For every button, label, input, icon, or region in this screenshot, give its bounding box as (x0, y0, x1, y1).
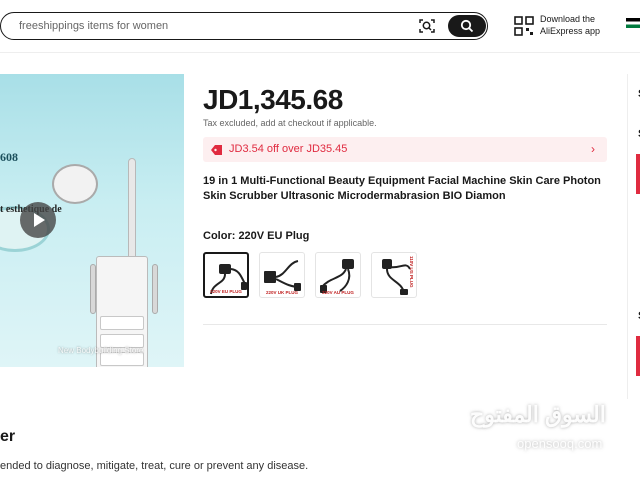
right-panel-accent (636, 154, 640, 194)
color-swatch-uk-plug[interactable]: 220V UK PLUG (259, 252, 305, 298)
coupon-text: JD3.54 off over JD35.45 (229, 143, 348, 155)
product-title: 19 in 1 Multi-Functional Beauty Equipmen… (203, 175, 601, 202)
watermark-english: opensooq.com (517, 436, 603, 451)
qr-code-icon[interactable] (514, 16, 534, 36)
right-panel-accent[interactable] (636, 336, 640, 376)
watermark-arabic: السوق المفتوح (470, 402, 606, 427)
play-icon[interactable] (20, 202, 56, 238)
search-bar[interactable] (0, 12, 488, 40)
machine-side-arm (152, 264, 158, 314)
machine-lamp-image (52, 164, 98, 204)
product-gallery[interactable]: 608 t esthetique de New Bodybuilding Sto… (0, 74, 184, 367)
coupon-banner[interactable]: JD3.54 off over JD35.45 › (203, 137, 607, 162)
swatch-label: 220V EU PLUG (210, 289, 242, 294)
color-label: Color: 220V EU Plug (203, 230, 310, 242)
search-icon (460, 19, 474, 33)
flag-icon[interactable] (626, 18, 640, 28)
camera-search-icon[interactable] (418, 17, 436, 35)
swatch-label: 220V AU PLUG (322, 290, 354, 295)
product-price: JD1,345.68 (203, 84, 343, 115)
chevron-right-icon: › (591, 142, 595, 156)
download-line-1: Download the (540, 14, 596, 24)
download-app-link[interactable]: Download the AliExpress app (540, 13, 600, 37)
disclaimer-text: ended to diagnose, mitigate, treat, cure… (0, 460, 309, 472)
search-input[interactable] (19, 18, 399, 34)
tax-note: Tax excluded, add at checkout if applica… (203, 118, 377, 128)
swatch-label: 220V UK PLUG (265, 290, 298, 295)
color-swatch-us-plug[interactable]: 110V US PLUG (371, 252, 417, 298)
download-line-2: AliExpress app (540, 26, 601, 36)
search-button[interactable] (448, 15, 486, 37)
header-divider (0, 52, 640, 53)
store-watermark: New Bodybuilding Store (58, 346, 144, 355)
section-heading: er (0, 428, 16, 445)
color-swatch-eu-plug[interactable]: 220V EU PLUG (203, 252, 249, 298)
swatch-label: 110V US PLUG (409, 256, 414, 288)
gallery-badge-text: 608 (0, 150, 18, 164)
color-swatch-au-plug[interactable]: 220V AU PLUG (315, 252, 361, 298)
machine-drawer (100, 316, 144, 330)
coupon-tag-icon (210, 143, 223, 161)
header: Download the AliExpress app (0, 0, 640, 52)
section-divider (203, 324, 607, 325)
